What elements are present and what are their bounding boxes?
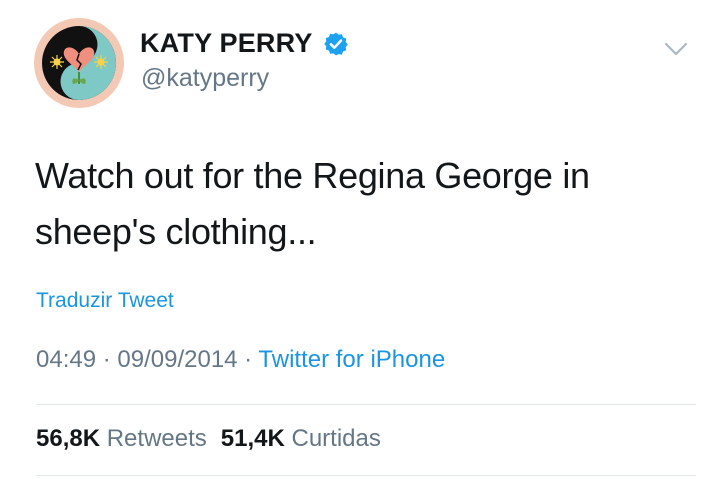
meta-separator: · xyxy=(96,346,118,373)
chevron-down-icon[interactable] xyxy=(663,40,689,58)
translate-tweet-link[interactable]: Traduzir Tweet xyxy=(36,289,174,313)
retweets-label: Retweets xyxy=(106,425,207,452)
tweet-stats: 56,8K Retweets 51,4K Curtidas xyxy=(36,425,381,453)
tweet-time[interactable]: 04:49 xyxy=(36,346,96,373)
likes-count: 51,4K xyxy=(220,425,285,452)
tweet-source-link[interactable]: Twitter for iPhone xyxy=(258,346,445,373)
likes-stat[interactable]: 51,4K Curtidas xyxy=(221,425,381,452)
tweet-date[interactable]: 09/09/2014 xyxy=(117,346,237,373)
tweet-metadata: 04:49 · 09/09/2014 · Twitter for iPhone xyxy=(36,346,445,374)
tweet-text-line-1: Watch out for the Regina George in xyxy=(35,155,590,196)
user-handle[interactable]: @katyperry xyxy=(141,64,269,93)
divider xyxy=(36,404,696,405)
divider xyxy=(36,475,696,476)
display-name[interactable]: KATY PERRY xyxy=(140,28,313,59)
user-name-row[interactable]: KATY PERRY xyxy=(140,28,349,59)
verified-badge-icon xyxy=(323,32,348,55)
retweets-stat[interactable]: 56,8K Retweets xyxy=(36,425,207,452)
tweet-text-line-2: sheep's clothing... xyxy=(35,211,317,252)
avatar[interactable] xyxy=(34,18,124,108)
tweet-text: Watch out for the Regina George in sheep… xyxy=(35,148,675,260)
likes-label: Curtidas xyxy=(291,425,381,452)
avatar-image xyxy=(42,26,116,100)
meta-separator: · xyxy=(237,346,259,373)
retweets-count: 56,8K xyxy=(36,425,101,452)
